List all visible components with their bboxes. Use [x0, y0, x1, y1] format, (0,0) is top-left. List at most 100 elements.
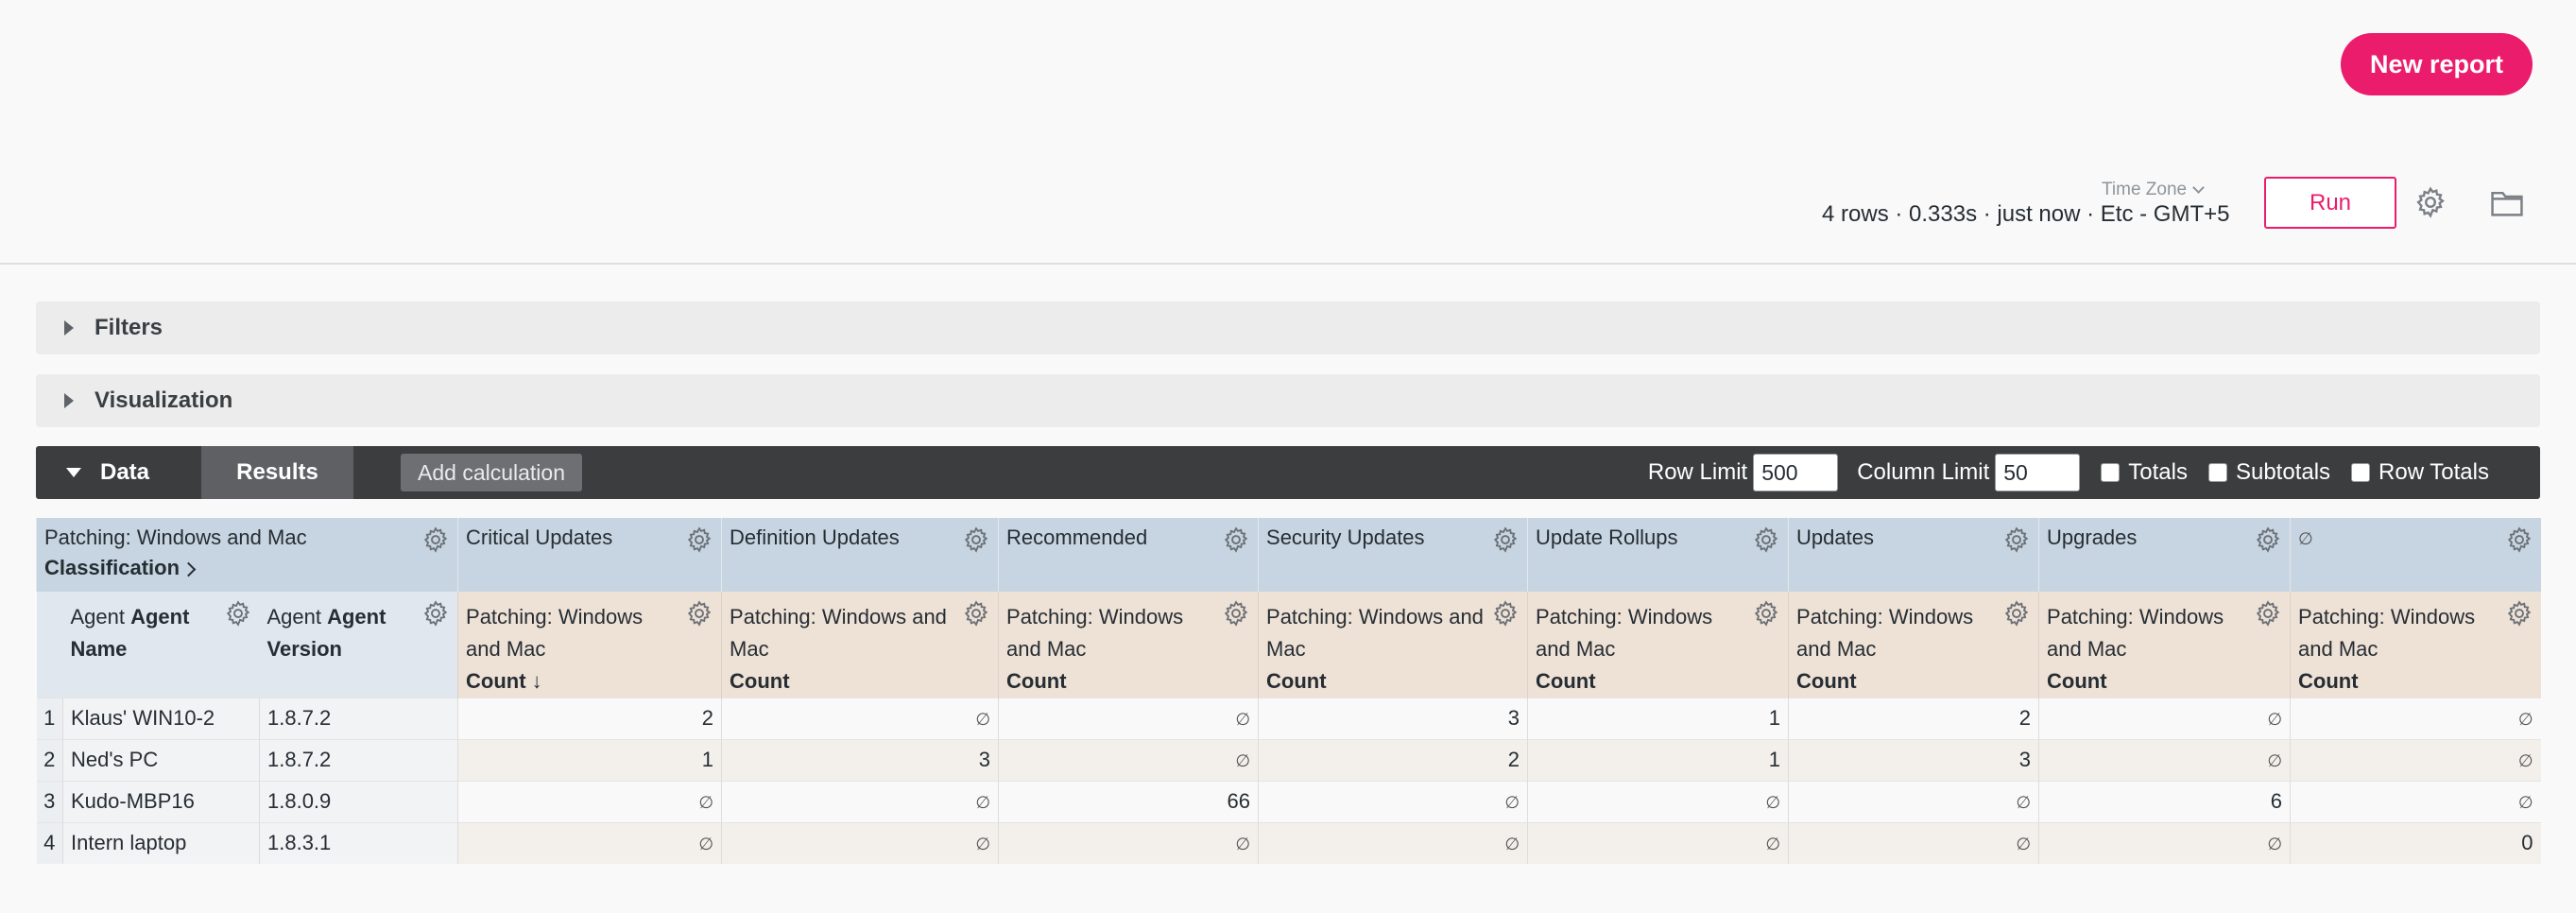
gear-icon[interactable] — [1222, 525, 1250, 554]
pivot-value-header[interactable]: ∅ — [2290, 518, 2541, 592]
totals-checkbox[interactable] — [2101, 463, 2121, 482]
count-cell[interactable]: ∅ — [1527, 781, 1789, 823]
count-cell[interactable]: ∅ — [2038, 739, 2291, 782]
count-cell[interactable]: ∅ — [721, 698, 999, 740]
count-cell[interactable]: 1 — [1527, 698, 1789, 740]
count-cell[interactable]: ∅ — [721, 781, 999, 823]
measure-header[interactable]: Patching: Windows and Mac Count — [1258, 592, 1528, 698]
gear-icon[interactable] — [685, 599, 713, 628]
gear-icon[interactable] — [2505, 525, 2533, 554]
agent-version-cell[interactable]: 1.8.7.2 — [258, 739, 458, 782]
visualization-section-toggle[interactable]: Visualization — [36, 374, 2540, 427]
measure-header[interactable]: Patching: Windows and Mac Count — [2290, 592, 2541, 698]
gear-icon[interactable] — [962, 599, 990, 628]
gear-icon[interactable] — [962, 525, 990, 554]
agent-version-cell[interactable]: 1.8.3.1 — [258, 822, 458, 864]
row-limit-input[interactable] — [1753, 454, 1839, 491]
agent-version-cell[interactable]: 1.8.7.2 — [258, 698, 458, 740]
gear-icon[interactable] — [2254, 599, 2282, 628]
data-section-toggle[interactable]: Data — [36, 446, 201, 499]
count-cell[interactable]: 3 — [1788, 739, 2039, 782]
count-cell[interactable]: ∅ — [457, 781, 722, 823]
caret-down-icon — [66, 468, 81, 477]
tab-results[interactable]: Results — [201, 446, 353, 499]
count-cell[interactable]: ∅ — [2290, 781, 2541, 823]
gear-icon[interactable] — [1491, 525, 1520, 554]
count-cell[interactable]: ∅ — [998, 739, 1259, 782]
new-report-button[interactable]: New report — [2341, 33, 2533, 95]
count-cell[interactable]: ∅ — [457, 822, 722, 864]
chevron-right-icon — [180, 561, 197, 577]
measure-header[interactable]: Patching: Windows and Mac Count ↓ — [457, 592, 722, 698]
gear-icon[interactable] — [421, 599, 450, 628]
count-cell[interactable]: ∅ — [1788, 822, 2039, 864]
pivot-value-header[interactable]: Updates — [1788, 518, 2039, 592]
row-totals-checkbox[interactable] — [2351, 463, 2371, 482]
column-limit-input[interactable] — [1995, 454, 2081, 491]
measure-header[interactable]: Patching: Windows and Mac Count — [1527, 592, 1789, 698]
gear-icon[interactable] — [1222, 599, 1250, 628]
pivot-value-header[interactable]: Upgrades — [2038, 518, 2291, 592]
row-totals-toggle[interactable]: Row Totals — [2351, 459, 2489, 486]
pivot-value-header[interactable]: Recommended — [998, 518, 1259, 592]
pivot-value-header[interactable]: Security Updates — [1258, 518, 1528, 592]
pivot-value-header[interactable]: Update Rollups — [1527, 518, 1789, 592]
gear-icon[interactable] — [2002, 599, 2031, 628]
measure-header[interactable]: Patching: Windows and Mac Count — [2038, 592, 2291, 698]
count-cell[interactable]: ∅ — [1258, 781, 1528, 823]
count-cell[interactable]: ∅ — [998, 698, 1259, 740]
count-cell[interactable]: 6 — [2038, 781, 2291, 823]
count-cell[interactable]: ∅ — [2290, 698, 2541, 740]
agent-name-header[interactable]: Agent Agent Name — [62, 592, 260, 698]
gear-icon[interactable] — [2413, 185, 2447, 219]
gear-icon[interactable] — [2505, 599, 2533, 628]
gear-icon[interactable] — [224, 599, 252, 628]
count-cell[interactable]: 1 — [1527, 739, 1789, 782]
pivot-value-header[interactable]: Definition Updates — [721, 518, 999, 592]
gear-icon[interactable] — [1491, 599, 1520, 628]
agent-name-cell[interactable]: Kudo-MBP16 — [62, 781, 260, 823]
measure-header[interactable]: Patching: Windows and Mac Count — [998, 592, 1259, 698]
gear-icon[interactable] — [1752, 599, 1780, 628]
gear-icon[interactable] — [2002, 525, 2031, 554]
count-cell[interactable]: 2 — [1788, 698, 2039, 740]
run-button[interactable]: Run — [2264, 177, 2396, 229]
gear-icon[interactable] — [2254, 525, 2282, 554]
count-cell[interactable]: ∅ — [2290, 739, 2541, 782]
count-cell[interactable]: 2 — [457, 698, 722, 740]
subtotals-checkbox[interactable] — [2207, 463, 2227, 482]
timezone-dropdown[interactable]: Time Zone — [2102, 180, 2205, 200]
count-cell[interactable]: ∅ — [1258, 822, 1528, 864]
count-cell[interactable]: 1 — [457, 739, 722, 782]
count-cell[interactable]: ∅ — [721, 822, 999, 864]
folder-icon[interactable] — [2489, 187, 2525, 219]
measure-header[interactable]: Patching: Windows and Mac Count — [721, 592, 999, 698]
subtotals-toggle[interactable]: Subtotals — [2207, 459, 2330, 486]
count-cell[interactable]: 2 — [1258, 739, 1528, 782]
count-cell[interactable]: ∅ — [2038, 698, 2291, 740]
agent-version-header[interactable]: Agent Agent Version — [259, 592, 458, 698]
pivot-field-header[interactable]: Patching: Windows and Mac Classification — [35, 518, 458, 592]
gear-icon[interactable] — [685, 525, 713, 554]
agent-name-cell[interactable]: Intern laptop — [62, 822, 260, 864]
count-cell[interactable]: 3 — [1258, 698, 1528, 740]
count-cell[interactable]: ∅ — [2038, 822, 2291, 864]
count-cell[interactable]: ∅ — [998, 822, 1259, 864]
count-cell[interactable]: 0 — [2290, 822, 2541, 864]
filters-section-toggle[interactable]: Filters — [36, 301, 2540, 354]
count-cell[interactable]: ∅ — [1527, 822, 1789, 864]
pivot-value-header[interactable]: Critical Updates — [457, 518, 722, 592]
count-cell[interactable]: 66 — [998, 781, 1259, 823]
add-calculation-button[interactable]: Add calculation — [401, 454, 582, 491]
count-cell[interactable]: ∅ — [1788, 781, 2039, 823]
measure-header[interactable]: Patching: Windows and Mac Count — [1788, 592, 2039, 698]
caret-right-icon — [64, 320, 74, 336]
row-number: 4 — [36, 822, 63, 864]
count-cell[interactable]: 3 — [721, 739, 999, 782]
totals-toggle[interactable]: Totals — [2101, 459, 2188, 486]
agent-name-cell[interactable]: Klaus' WIN10-2 — [62, 698, 260, 740]
agent-name-cell[interactable]: Ned's PC — [62, 739, 260, 782]
agent-version-cell[interactable]: 1.8.0.9 — [258, 781, 458, 823]
gear-icon[interactable] — [1752, 525, 1780, 554]
gear-icon[interactable] — [421, 525, 450, 554]
